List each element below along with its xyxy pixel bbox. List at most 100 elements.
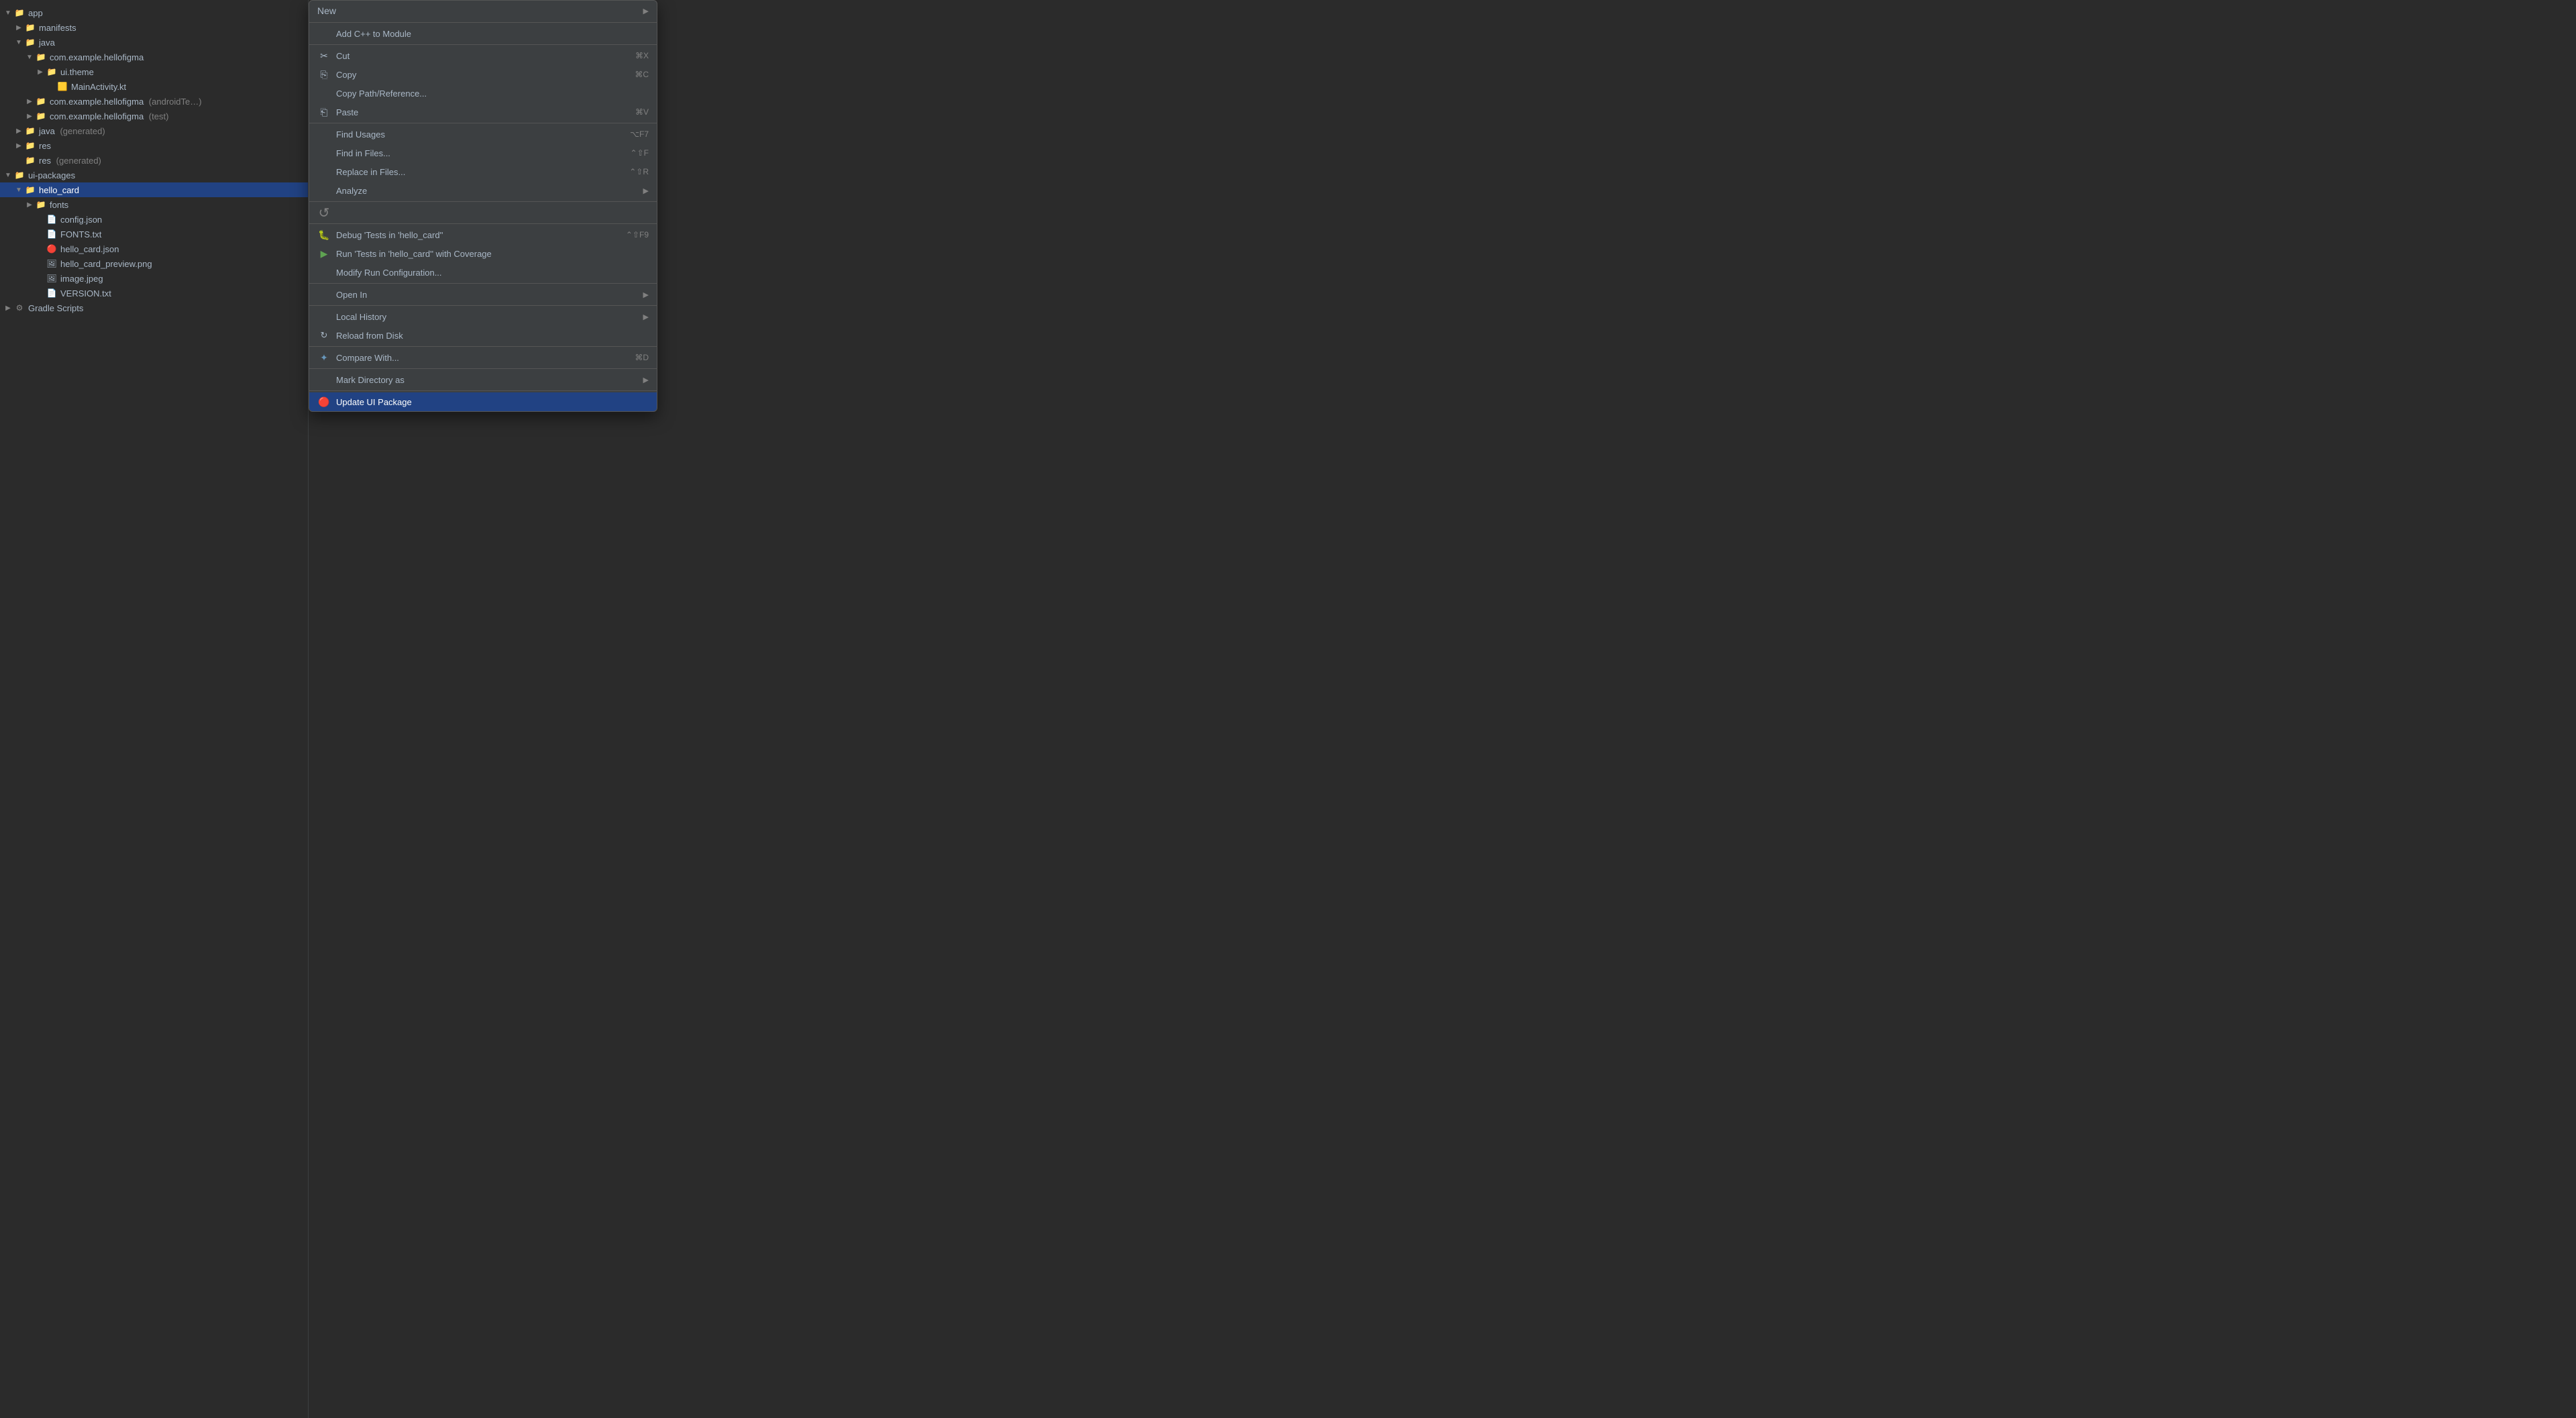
tree-label-config-json: config.json [60, 215, 303, 225]
arrow-open-in: ▶ [643, 290, 649, 299]
folder-icon-fonts: 📁 [35, 199, 47, 210]
folder-icon-manifests: 📁 [24, 22, 36, 33]
tree-item-ui-theme[interactable]: ▶ 📁 ui.theme [0, 64, 308, 79]
icon-replace-in-files [317, 165, 331, 178]
menu-item-copy-path[interactable]: Copy Path/Reference... [309, 84, 657, 103]
menu-item-reload-from-disk[interactable]: ↻ Reload from Disk [309, 326, 657, 345]
menu-item-replace-in-files[interactable]: Replace in Files... ⌃⇧R [309, 162, 657, 181]
menu-item-run-tests-coverage[interactable]: ▶ Run 'Tests in 'hello_card'' with Cover… [309, 244, 657, 263]
separator-6 [309, 283, 657, 284]
tree-item-java-generated[interactable]: ▶ 📁 java (generated) [0, 123, 308, 138]
tree-item-ui-packages[interactable]: ▼ 📁 ui-packages [0, 168, 308, 182]
tree-item-mainactivity[interactable]: 🟨 MainActivity.kt [0, 79, 308, 94]
icon-cut: ✂ [317, 49, 331, 62]
menu-label-reload-from-disk: Reload from Disk [336, 331, 649, 341]
icon-paste: ⎗ [317, 105, 331, 119]
folder-icon-res-generated: 📁 [24, 155, 36, 166]
chevron-java: ▼ [13, 39, 24, 46]
shortcut-copy: ⌘C [635, 70, 649, 79]
tree-item-res-generated[interactable]: 📁 res (generated) [0, 153, 308, 168]
menu-item-open-in[interactable]: Open In ▶ [309, 285, 657, 304]
menu-item-mark-directory[interactable]: Mark Directory as ▶ [309, 370, 657, 389]
file-icon-config-json: 📄 [46, 214, 58, 225]
tree-item-config-json[interactable]: 📄 config.json [0, 212, 308, 227]
tree-item-fonts-txt[interactable]: 📄 FONTS.txt [0, 227, 308, 241]
tree-label-manifests: manifests [39, 23, 303, 33]
chevron-com-example-androidtest: ▶ [24, 98, 35, 105]
menu-item-find-in-files[interactable]: Find in Files... ⌃⇧F [309, 144, 657, 162]
shortcut-paste: ⌘V [635, 107, 649, 117]
menu-label-local-history: Local History [336, 312, 638, 322]
separator-4 [309, 201, 657, 202]
file-icon-hello-card-preview: 🖼 [46, 258, 58, 269]
tree-item-com-example[interactable]: ▼ 📁 com.example.hellofigma [0, 50, 308, 64]
tree-label-version-txt: VERSION.txt [60, 288, 303, 298]
folder-icon-java: 📁 [24, 37, 36, 48]
chevron-com-example: ▼ [24, 54, 35, 61]
tree-item-hello-card-json[interactable]: 🔴 hello_card.json [0, 241, 308, 256]
separator-2 [309, 44, 657, 45]
tree-label-res: res [39, 141, 303, 151]
tree-item-hello-card-preview[interactable]: 🖼 hello_card_preview.png [0, 256, 308, 271]
tree-item-manifests[interactable]: ▶ 📁 manifests [0, 20, 308, 35]
chevron-java-generated: ▶ [13, 127, 24, 135]
file-icon-fonts-txt: 📄 [46, 229, 58, 239]
shortcut-find-usages: ⌥F7 [630, 129, 649, 139]
file-icon-hello-card-json: 🔴 [46, 243, 58, 254]
menu-label-debug-tests: Debug 'Tests in 'hello_card'' [336, 230, 615, 240]
menu-label-find-in-files: Find in Files... [336, 148, 620, 158]
context-menu-wrapper: New ▶ Add C++ to Module ✂ Cut ⌘X ⎘ Copy … [309, 0, 2576, 1418]
menu-item-modify-run[interactable]: Modify Run Configuration... [309, 263, 657, 282]
chevron-fonts: ▶ [24, 201, 35, 209]
icon-modify-run [317, 266, 331, 279]
menu-label-find-usages: Find Usages [336, 129, 619, 140]
tree-item-java[interactable]: ▼ 📁 java [0, 35, 308, 50]
tree-item-hello-card[interactable]: ▼ 📁 hello_card [0, 182, 308, 197]
tree-item-res[interactable]: ▶ 📁 res [0, 138, 308, 153]
menu-item-cut[interactable]: ✂ Cut ⌘X [309, 46, 657, 65]
context-menu: New ▶ Add C++ to Module ✂ Cut ⌘X ⎘ Copy … [309, 0, 657, 412]
arrow-local-history: ▶ [643, 313, 649, 321]
menu-label-modify-run: Modify Run Configuration... [336, 268, 649, 278]
tree-item-fonts[interactable]: ▶ 📁 fonts [0, 197, 308, 212]
icon-copy-path [317, 87, 331, 100]
menu-item-spinner: ↺ [309, 203, 657, 222]
menu-item-find-usages[interactable]: Find Usages ⌥F7 [309, 125, 657, 144]
tree-label-app: app [28, 8, 303, 18]
tree-item-com-example-androidtest[interactable]: ▶ 📁 com.example.hellofigma (androidTe…) [0, 94, 308, 109]
file-icon-mainactivity: 🟨 [56, 81, 68, 92]
menu-label-copy: Copy [336, 70, 624, 80]
menu-item-new[interactable]: New ▶ [309, 1, 657, 21]
tree-item-com-example-test[interactable]: ▶ 📁 com.example.hellofigma (test) [0, 109, 308, 123]
tree-item-version-txt[interactable]: 📄 VERSION.txt [0, 286, 308, 301]
menu-item-compare-with[interactable]: ✦ Compare With... ⌘D [309, 348, 657, 367]
tree-item-gradle-scripts[interactable]: ▶ ⚙ Gradle Scripts [0, 301, 308, 315]
chevron-app: ▼ [3, 9, 13, 17]
tree-label-java: java [39, 38, 303, 48]
menu-item-update-ui-package[interactable]: 🔴 Update UI Package [309, 392, 657, 411]
separator-8 [309, 346, 657, 347]
tree-label-hello-card: hello_card [39, 185, 303, 195]
chevron-ui-theme: ▶ [35, 68, 46, 76]
menu-item-add-cpp[interactable]: Add C++ to Module [309, 24, 657, 43]
menu-item-analyze[interactable]: Analyze ▶ [309, 181, 657, 200]
menu-label-run-tests-coverage: Run 'Tests in 'hello_card'' with Coverag… [336, 249, 649, 259]
tree-item-image-jpeg[interactable]: 🖼 image.jpeg [0, 271, 308, 286]
tree-item-app[interactable]: ▼ 📁 app [0, 5, 308, 20]
icon-mark-directory [317, 373, 331, 386]
chevron-com-example-test: ▶ [24, 113, 35, 120]
icon-compare-with: ✦ [317, 351, 331, 364]
chevron-res: ▶ [13, 142, 24, 150]
folder-icon-ui-theme: 📁 [46, 66, 58, 77]
separator-1 [309, 22, 657, 23]
tree-label-hello-card-preview: hello_card_preview.png [60, 259, 303, 269]
menu-item-debug-tests[interactable]: 🐛 Debug 'Tests in 'hello_card'' ⌃⇧F9 [309, 225, 657, 244]
menu-item-paste[interactable]: ⎗ Paste ⌘V [309, 103, 657, 121]
menu-item-local-history[interactable]: Local History ▶ [309, 307, 657, 326]
tree-label-com-example: com.example.hellofigma [50, 52, 303, 62]
menu-item-copy[interactable]: ⎘ Copy ⌘C [309, 65, 657, 84]
menu-label-paste: Paste [336, 107, 625, 117]
chevron-ui-packages: ▼ [3, 172, 13, 179]
folder-icon-com-example-androidtest: 📁 [35, 96, 47, 107]
tree-label-gradle-scripts: Gradle Scripts [28, 303, 303, 313]
